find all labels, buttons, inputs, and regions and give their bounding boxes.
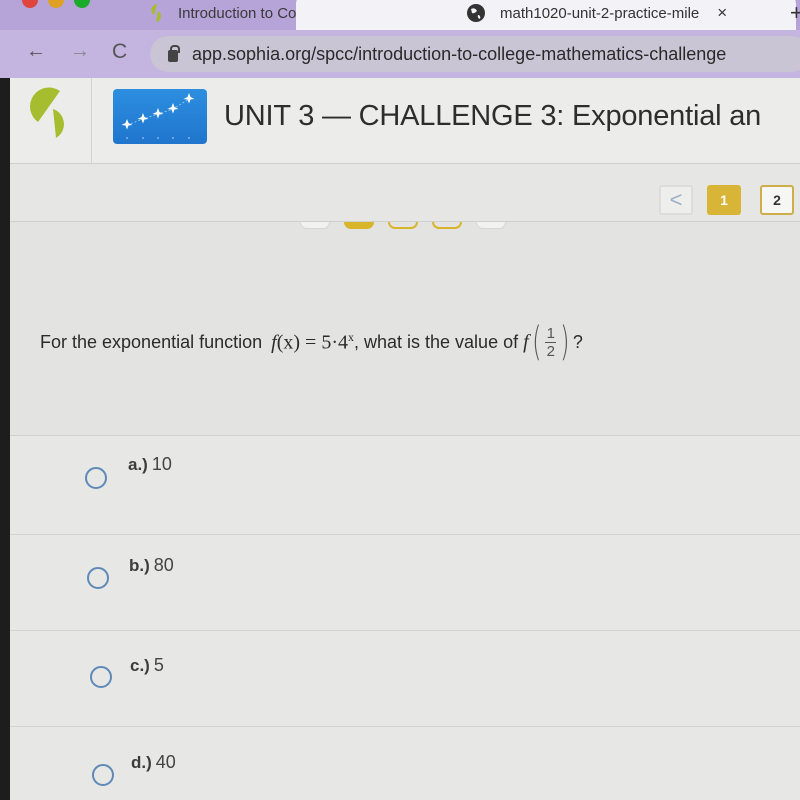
progress-indicator [300, 222, 506, 229]
progress-dot [300, 222, 330, 229]
answer-letter: c.) [130, 656, 150, 675]
answer-label-d: d.) 40 [131, 752, 176, 773]
close-tab-icon[interactable]: × [717, 3, 727, 23]
answer-option-c[interactable]: c.) 5 [10, 631, 800, 727]
answer-value: 10 [151, 454, 172, 474]
answer-letter: d.) [131, 753, 152, 772]
answer-value: 5 [153, 655, 164, 675]
maximize-window-button[interactable] [74, 0, 90, 8]
site-header: UNIT 3 — CHALLENGE 3: Exponential an [10, 78, 800, 164]
answer-letter: b.) [129, 556, 150, 575]
progress-dot [476, 222, 506, 229]
browser-tab-strip: Introduction to College Mathen × math102… [0, 0, 800, 32]
answer-letter: a.) [128, 455, 148, 474]
airplane-chart-icon [121, 93, 195, 139]
page-title: UNIT 3 — CHALLENGE 3: Exponential an [224, 100, 762, 132]
browser-tab-2[interactable]: math1020-unit-2-practice-mile × [466, 0, 727, 30]
answer-label-a: a.) 10 [128, 454, 172, 475]
fraction-denominator: 2 [546, 342, 555, 360]
answer-option-d[interactable]: d.) 40 [10, 727, 800, 800]
answer-label-b: b.) 80 [129, 555, 174, 576]
close-window-button[interactable] [22, 0, 38, 8]
question-middle: , what is the value of [354, 331, 524, 352]
fraction-numerator: 1 [546, 324, 555, 342]
function-argument: (x) [276, 331, 301, 354]
window-controls [22, 0, 90, 8]
challenge-thumbnail [113, 89, 207, 144]
radio-button-d[interactable] [92, 764, 114, 786]
answer-value: 80 [153, 555, 174, 575]
answer-option-a[interactable]: a.) 10 [10, 436, 800, 535]
evaluation-expression: f ( 1 2 ) [523, 322, 573, 362]
left-paren: ( [531, 319, 542, 365]
previous-question-button[interactable]: < [659, 185, 693, 215]
back-button[interactable]: ← [26, 40, 46, 63]
question-suffix: ? [572, 331, 583, 352]
evaluation-function-name: f [523, 330, 529, 353]
sophia-logo[interactable] [10, 78, 92, 164]
progress-dot [432, 222, 462, 229]
question-text: For the exponential function f(x) = 5·4x… [40, 322, 583, 362]
minimize-window-button[interactable] [48, 0, 64, 8]
question-pagination-bar: < 1 2 [10, 164, 800, 222]
function-expression: = 5·4 [300, 331, 348, 354]
answer-value: 40 [155, 752, 176, 772]
address-bar[interactable]: app.sophia.org/spcc/introduction-to-coll… [150, 36, 800, 72]
forward-button[interactable]: → [70, 40, 90, 63]
progress-dot [388, 222, 418, 229]
question-page-1-button[interactable]: 1 [707, 185, 741, 215]
fraction: 1 2 [545, 324, 557, 360]
radio-button-b[interactable] [87, 567, 109, 589]
sophia-favicon-icon [151, 4, 161, 22]
answer-option-b[interactable]: b.) 80 [10, 535, 800, 631]
question-page-2-button[interactable]: 2 [760, 185, 794, 215]
radio-button-c[interactable] [90, 666, 112, 688]
answer-label-c: c.) 5 [130, 655, 164, 676]
url-text: app.sophia.org/spcc/introduction-to-coll… [192, 43, 727, 64]
right-paren: ) [560, 319, 570, 365]
screen-bezel [0, 78, 10, 800]
reload-button[interactable]: C [112, 40, 127, 64]
question-prefix: For the exponential function [40, 331, 268, 352]
progress-dot [344, 222, 374, 229]
sophia-logo-icon [29, 87, 64, 138]
new-tab-button[interactable]: + [790, 0, 800, 26]
function-definition: f(x) = 5·4x [271, 330, 354, 355]
radio-button-a[interactable] [85, 467, 107, 489]
tab-title: math1020-unit-2-practice-mile [500, 4, 700, 22]
globe-icon [467, 4, 485, 22]
lock-icon [168, 45, 180, 62]
